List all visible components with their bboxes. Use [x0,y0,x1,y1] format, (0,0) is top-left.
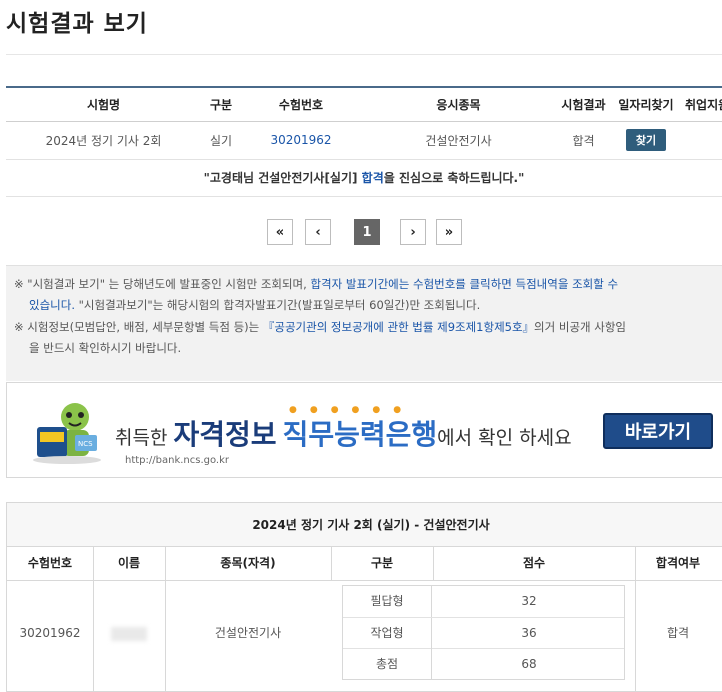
cell-type: 실기 [201,121,241,160]
page-1-button[interactable]: 1 [354,219,380,245]
detail-name-blurred [93,581,165,685]
header-exam-number: 수험번호 [241,86,361,122]
banner-big1: 자격정보 [173,418,277,451]
banner-lead: 취득한 [115,427,174,449]
notice-text-4: 을 반드시 확인하시기 바랍니다. [29,341,182,355]
notice-text: ※ "시험결과 보기" 는 당해년도에 발표중인 시험만 조회되며, [14,277,311,291]
header-subject: 응시종목 [361,86,556,122]
detail-header-result: 합격여부 [655,556,701,570]
congrats-suffix: 을 진심으로 축하드립니다." [383,171,525,185]
header-exam-name: 시험명 [6,86,201,122]
score-detail: 2024년 정기 기사 2회 (실기) - 건설안전기사 수험번호 이름 종목(… [6,502,722,692]
score-row: 총점 68 [343,649,624,681]
law-reference: 『공공기관의 정보공개에 관한 법률 제9조제1항제5호』 [262,320,535,334]
header-employment-support: 취업지원 [681,86,722,122]
score-row: 필답형 32 [343,586,624,618]
detail-title: 2024년 정기 기사 2회 (실기) - 건설안전기사 [7,503,722,547]
header-job-search: 일자리찾기 [611,86,681,122]
detail-result: 합격 [666,626,690,640]
banner-url: http://bank.ncs.go.kr [125,455,230,466]
go-button[interactable]: 바로가기 [603,413,713,449]
cell-support [681,121,722,160]
notice-text-2: ※ 시험정보(모범답안, 배점, 세부문항별 득점 등)는 [14,320,263,334]
score-value: 36 [431,617,626,649]
header-result: 시험결과 [556,86,611,122]
svg-text:NCS: NCS [78,440,93,448]
first-page-button[interactable]: « [267,219,293,245]
cell-exam-name: 2024년 정기 기사 2회 [6,121,201,160]
next-page-button[interactable]: › [400,219,426,245]
score-value: 68 [431,649,626,680]
score-row: 작업형 36 [343,617,626,649]
detail-subject: 건설안전기사 [214,626,282,640]
header-type: 구분 [201,86,241,122]
congrats-pass: 합격 [361,171,384,185]
cell-find: 찾기 [611,121,681,160]
page-title: 시험결과 보기 [6,11,148,37]
last-page-button[interactable]: » [436,219,462,245]
score-breakdown: 필답형 32 작업형 36 총점 68 [342,585,625,680]
result-table-header: 시험명 구분 수험번호 응시종목 시험결과 일자리찾기 취업지원 [6,86,722,122]
notice-highlight-cont: 있습니다. [29,298,75,312]
notice-text-cont: "시험결과보기"는 해당시험의 합격자발표기간(발표일로부터 60일간)만 조회… [74,298,481,312]
detail-header-name: 이름 [117,556,141,570]
detail-header-subject: 종목(자격) [220,556,276,570]
cell-result: 합격 [556,121,611,160]
score-label: 필답형 [370,594,404,608]
notice-text-3: 의거 비공개 사항임 [534,320,626,334]
pagination: « ‹ 1 › » [267,219,472,245]
detail-exam-number: 30201962 [19,626,81,640]
find-job-button[interactable]: 찾기 [625,129,667,151]
blurred-name [111,626,147,641]
ncs-bank-banner[interactable]: NCS ●●●●●● 취득한 자격정보 직무능력은행에서 확인 하세요 http… [6,382,722,478]
detail-header-type: 구분 [370,556,394,570]
detail-header-score: 점수 [522,556,546,570]
notice-highlight: 합격자 발표기간에는 수험번호를 클릭하면 득점내역을 조회할 수 [310,277,619,291]
congrats-message: "고경태님 건설안전기사[실기] 합격을 진심으로 축하드립니다." [6,163,722,197]
congrats-prefix: "고경태님 건설안전기사[실기] [203,171,362,185]
notice-box: ※ "시험결과 보기" 는 당해년도에 발표중인 시험만 조회되며, 합격자 발… [6,265,722,381]
detail-header: 수험번호 이름 종목(자격) 구분 점수 합격여부 [7,547,722,581]
result-table: 시험명 구분 수험번호 응시종목 시험결과 일자리찾기 취업지원 2024년 정… [6,86,722,160]
score-label: 총점 [375,657,399,671]
notice-paragraph-2: ※ 시험정보(모범답안, 배점, 세부문항별 득점 등)는 『공공기관의 정보공… [14,317,722,359]
banner-text: 취득한 자격정보 직무능력은행에서 확인 하세요 [115,413,572,453]
title-divider [6,54,722,55]
table-row: 2024년 정기 기사 2회 실기 30201962 건설안전기사 합격 찾기 [6,121,722,160]
score-value: 32 [431,586,626,617]
notice-paragraph-1: ※ "시험결과 보기" 는 당해년도에 발표중인 시험만 조회되며, 합격자 발… [14,274,722,316]
cell-subject: 건설안전기사 [361,121,556,160]
score-label: 작업형 [370,625,404,640]
banner-tail: 에서 확인 하세요 [437,427,572,449]
detail-body: 30201962 건설안전기사 합격 필답형 32 작업형 36 총점 68 [7,581,722,691]
detail-header-number: 수험번호 [27,556,73,570]
mascot-icon: NCS [33,403,101,464]
banner-big2: 직무능력은행 [282,418,438,451]
prev-page-button[interactable]: ‹ [305,219,331,245]
exam-number-link[interactable]: 30201962 [241,121,361,160]
